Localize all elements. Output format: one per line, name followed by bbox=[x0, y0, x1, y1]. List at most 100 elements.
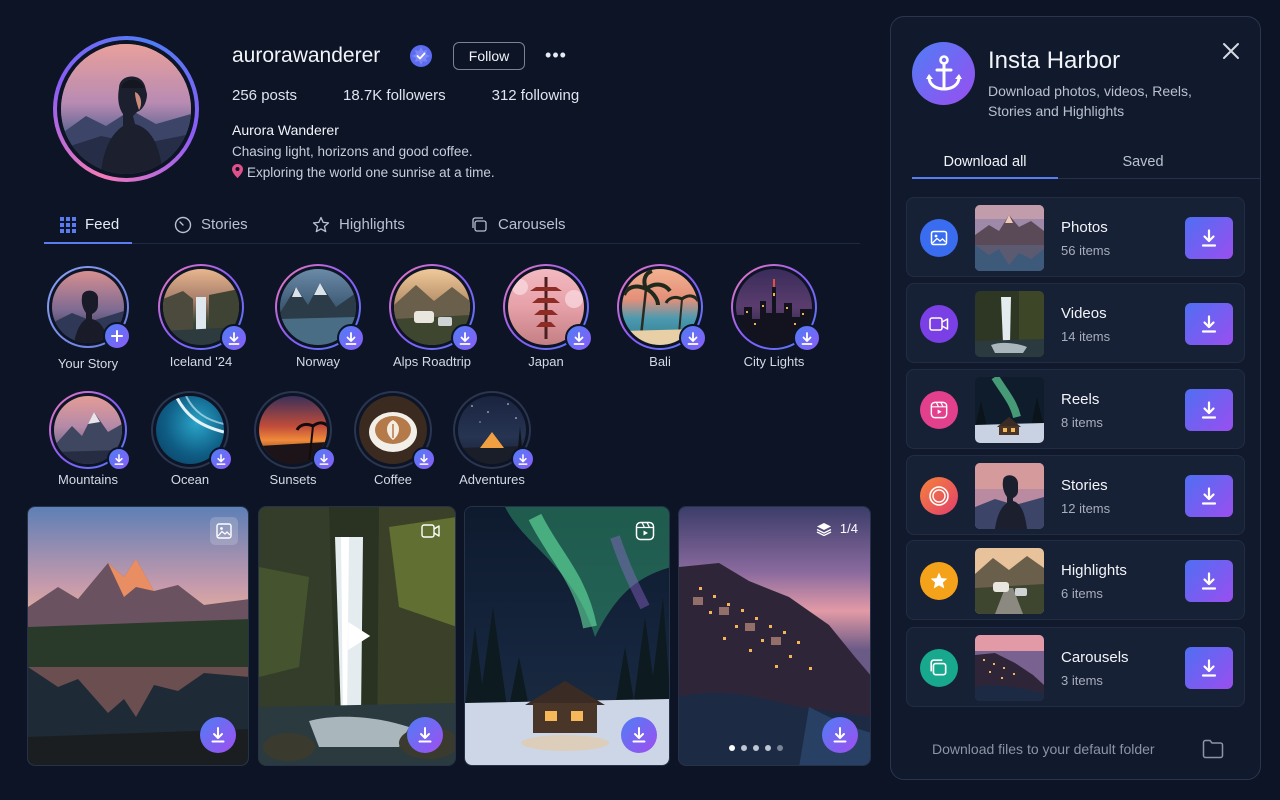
download-item-stories[interactable]: Stories 12 items bbox=[906, 455, 1245, 535]
download-item-reels[interactable]: Reels 8 items bbox=[906, 369, 1245, 449]
play-icon[interactable] bbox=[348, 622, 371, 650]
pagination-dot[interactable] bbox=[777, 745, 783, 751]
download-icon bbox=[228, 331, 240, 345]
highlight-ring bbox=[275, 264, 365, 352]
download-item-videos[interactable]: Videos 14 items bbox=[906, 283, 1245, 363]
highlight-alps-roadtrip[interactable]: Alps Roadtrip bbox=[389, 264, 479, 374]
highlight-mountains[interactable]: Mountains bbox=[49, 391, 131, 491]
download-videos-button[interactable] bbox=[1185, 303, 1233, 345]
feed-post-reel[interactable] bbox=[464, 506, 670, 766]
close-icon[interactable] bbox=[1217, 37, 1245, 65]
tab-feed[interactable]: Feed bbox=[60, 206, 119, 243]
item-name: Carousels bbox=[1061, 649, 1129, 666]
tab-feed-label: Feed bbox=[85, 216, 120, 233]
feed-post-carousel[interactable]: 1/4 bbox=[678, 506, 871, 766]
profile-full-name: Aurora Wanderer bbox=[232, 122, 339, 138]
folder-icon[interactable] bbox=[1202, 739, 1224, 759]
item-name: Highlights bbox=[1061, 562, 1127, 579]
item-count: 8 items bbox=[1061, 415, 1103, 430]
highlight-ring bbox=[731, 264, 821, 352]
pagination-dot[interactable] bbox=[753, 745, 759, 751]
highlight-ring bbox=[49, 391, 131, 471]
highlight-norway[interactable]: Norway bbox=[275, 264, 365, 374]
highlight-ocean[interactable]: Ocean bbox=[151, 391, 233, 491]
tab-saved[interactable]: Saved bbox=[1070, 145, 1216, 178]
highlight-adventures[interactable]: Adventures bbox=[453, 391, 535, 491]
highlight-your-story[interactable]: Your Story bbox=[47, 266, 131, 376]
download-highlights-button[interactable] bbox=[1185, 560, 1233, 602]
reel-icon bbox=[920, 391, 958, 429]
download-icon bbox=[459, 331, 471, 345]
download-icon bbox=[319, 453, 329, 465]
pagination-dot[interactable] bbox=[765, 745, 771, 751]
map-pin-icon bbox=[232, 164, 243, 181]
highlight-label: Coffee bbox=[373, 472, 413, 487]
download-reels-button[interactable] bbox=[1185, 389, 1233, 431]
download-carousels-button[interactable] bbox=[1185, 647, 1233, 689]
item-thumbnail bbox=[975, 548, 1044, 614]
avatar-border bbox=[57, 40, 195, 178]
download-icon bbox=[1201, 659, 1217, 677]
profile-bio-line-1: Chasing light, horizons and good coffee. bbox=[232, 144, 473, 159]
download-item-photos[interactable]: Photos 56 items bbox=[906, 197, 1245, 277]
post-download-button[interactable] bbox=[407, 717, 443, 753]
more-options-icon[interactable]: ••• bbox=[543, 45, 569, 65]
highlight-download-button[interactable] bbox=[412, 447, 436, 471]
download-item-carousels[interactable]: Carousels 3 items bbox=[906, 627, 1245, 707]
posts-count[interactable]: 256 posts bbox=[232, 87, 297, 104]
highlight-download-button[interactable] bbox=[107, 447, 131, 471]
highlight-japan[interactable]: Japan bbox=[503, 264, 593, 374]
post-download-button[interactable] bbox=[200, 717, 236, 753]
download-stories-button[interactable] bbox=[1185, 475, 1233, 517]
highlight-download-button[interactable] bbox=[565, 324, 593, 352]
tab-stories[interactable]: Stories bbox=[174, 206, 248, 243]
default-folder-note: Download files to your default folder bbox=[932, 741, 1155, 757]
highlight-bali[interactable]: Bali bbox=[617, 264, 707, 374]
post-download-button[interactable] bbox=[621, 717, 657, 753]
highlight-ring bbox=[453, 391, 535, 471]
highlight-download-button[interactable] bbox=[793, 324, 821, 352]
item-name: Photos bbox=[1061, 219, 1108, 236]
item-thumbnail bbox=[975, 377, 1044, 443]
highlight-city-lights[interactable]: City Lights bbox=[731, 264, 821, 374]
highlight-download-button[interactable] bbox=[511, 447, 535, 471]
highlight-download-button[interactable] bbox=[337, 324, 365, 352]
highlight-ring bbox=[617, 264, 707, 352]
highlight-ring bbox=[254, 391, 336, 471]
profile-tabs: Feed Stories Highlights Carousels bbox=[44, 206, 860, 244]
feed-post-video[interactable] bbox=[258, 506, 456, 766]
highlight-label: Ocean bbox=[170, 472, 210, 487]
highlight-sunsets[interactable]: Sunsets bbox=[254, 391, 336, 491]
highlight-iceland[interactable]: Iceland '24 bbox=[158, 264, 248, 374]
highlight-download-button[interactable] bbox=[209, 447, 233, 471]
tab-carousels[interactable]: Carousels bbox=[471, 206, 566, 243]
post-download-button[interactable] bbox=[822, 717, 858, 753]
item-name: Reels bbox=[1061, 391, 1100, 408]
download-item-highlights[interactable]: Highlights 6 items bbox=[906, 540, 1245, 620]
profile-avatar[interactable] bbox=[53, 36, 199, 182]
highlight-coffee[interactable]: Coffee bbox=[354, 391, 436, 491]
add-story-button[interactable] bbox=[103, 322, 131, 350]
tab-download-all[interactable]: Download all bbox=[912, 145, 1058, 178]
star-icon bbox=[920, 562, 958, 600]
tab-highlights[interactable]: Highlights bbox=[312, 206, 405, 243]
highlight-ring bbox=[47, 266, 131, 350]
item-count: 6 items bbox=[1061, 586, 1103, 601]
highlight-download-button[interactable] bbox=[679, 324, 707, 352]
image-icon bbox=[210, 517, 238, 545]
pagination-dot[interactable] bbox=[741, 745, 747, 751]
item-name: Stories bbox=[1061, 477, 1108, 494]
highlight-label: Adventures bbox=[459, 472, 525, 487]
panel-tabs: Download all Saved bbox=[912, 145, 1260, 179]
highlight-download-button[interactable] bbox=[220, 324, 248, 352]
highlight-download-button[interactable] bbox=[451, 324, 479, 352]
feed-post-photo[interactable] bbox=[27, 506, 249, 766]
followers-count[interactable]: 18.7K followers bbox=[343, 87, 446, 104]
carousel-pagination[interactable] bbox=[729, 745, 783, 751]
following-count[interactable]: 312 following bbox=[492, 87, 580, 104]
download-icon bbox=[687, 331, 699, 345]
highlight-download-button[interactable] bbox=[312, 447, 336, 471]
follow-button[interactable]: Follow bbox=[453, 42, 525, 70]
pagination-dot[interactable] bbox=[729, 745, 735, 751]
download-photos-button[interactable] bbox=[1185, 217, 1233, 259]
